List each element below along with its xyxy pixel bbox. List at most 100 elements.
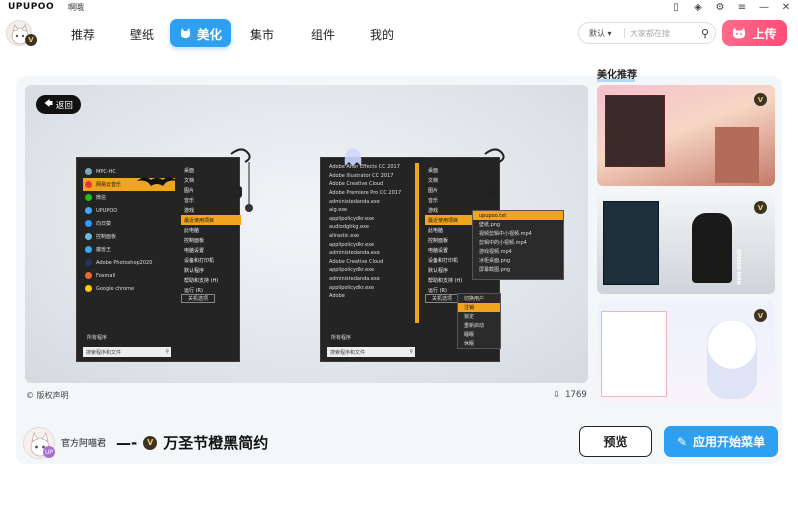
list-item: 游戏视频.mp4 xyxy=(479,249,512,255)
list-item: Adobe Illustrator CC 2017 xyxy=(329,172,394,179)
list-item: 魔兽王 xyxy=(83,243,175,256)
author-badge: UP xyxy=(43,446,55,458)
list-item: administedanda.exe xyxy=(329,250,380,257)
back-arrow-icon: 🡄 xyxy=(44,98,53,109)
apply-label: 应用开始菜单 xyxy=(693,435,766,449)
list-item: Adobe Photoshop2020 xyxy=(83,256,175,269)
theme-title-text: 万圣节橙黑简约 xyxy=(163,434,269,452)
list-item: 设备和打印机 xyxy=(184,257,215,264)
theme-preview: MPC-HC 网易云音乐 微信 UPUPOO 向日葵 控制面板 魔兽王 Adob… xyxy=(25,85,588,383)
vip-badge: V xyxy=(25,34,37,46)
tab-recommend[interactable]: 推荐 xyxy=(71,26,95,43)
upload-button[interactable]: 上传 xyxy=(722,20,787,46)
all-programs: 所有程序 xyxy=(331,335,352,341)
list-item: 切换用户 xyxy=(464,296,485,302)
list-item: 重新启动 xyxy=(464,323,485,329)
character-silhouette xyxy=(692,213,732,283)
ghost-icon xyxy=(344,148,362,166)
list-item: applipolicydkr.exe xyxy=(329,284,375,291)
list-item: 默认程序 xyxy=(184,267,205,274)
menu-thumbnail xyxy=(601,311,667,397)
menu-icon[interactable]: ≡ xyxy=(736,1,748,13)
app-window: UPUPOO 啊哦 ▯ ◈ ⚙ ≡ — ✕ V 推荐 壁纸 美化 集市 组件 我… xyxy=(0,0,798,523)
list-item: Adobe Creative Cloud xyxy=(329,258,384,265)
list-item: alg.exe xyxy=(329,207,348,214)
download-count: ⇩ 1769 xyxy=(553,390,587,400)
tab-market[interactable]: 集市 xyxy=(250,26,274,43)
list-item: 冰柜桌面.png xyxy=(479,258,511,264)
divider xyxy=(624,28,625,38)
preview-button[interactable]: 预览 xyxy=(579,426,652,457)
list-item: 向日葵 xyxy=(83,217,175,230)
list-item: 图片 xyxy=(428,187,439,194)
search-input[interactable]: 大家都在搜 xyxy=(630,28,701,39)
close-icon[interactable]: ✕ xyxy=(780,1,792,13)
list-item: 视频剪辑中小视频.mp4 xyxy=(479,231,532,237)
copyright-link[interactable]: © 版权声明 xyxy=(26,390,69,401)
vip-badge: V xyxy=(754,309,767,322)
vip-badge: V xyxy=(143,435,158,450)
vip-badge: V xyxy=(754,93,767,106)
list-item: Adobe Premiere Pro CC 2017 xyxy=(329,190,402,197)
tab-widgets[interactable]: 组件 xyxy=(311,26,335,43)
back-label: 返回 xyxy=(55,100,73,111)
tab-beautify[interactable]: 美化 xyxy=(170,19,231,47)
recommend-thumbnail[interactable]: V xyxy=(597,85,775,186)
halloween-decoration-icon xyxy=(484,148,505,198)
title-bar: UPUPOO 啊哦 ▯ ◈ ⚙ ≡ — ✕ xyxy=(0,0,798,14)
list-item: Foxmail xyxy=(83,269,175,282)
thumbnail-caption: SPIDER-MAN xyxy=(735,249,741,285)
magic-wand-icon: ✎ xyxy=(676,434,688,449)
list-item: 锁定 xyxy=(464,314,475,320)
share-icon[interactable]: ◈ xyxy=(692,1,704,13)
power-button: 关机选项 xyxy=(425,294,459,303)
list-item: 睡眠 xyxy=(464,332,475,338)
author-name[interactable]: 官方阿喵君 xyxy=(61,436,106,449)
search-scope-select[interactable]: 默认 ▾ xyxy=(589,28,619,39)
recommend-title: 美化推荐 xyxy=(597,66,637,82)
list-item: 音乐 xyxy=(428,197,439,204)
list-item: 电脑设置 xyxy=(184,247,205,254)
list-item: applipolicydkr.exe xyxy=(329,215,375,222)
phone-icon[interactable]: ▯ xyxy=(670,1,682,13)
power-button: 关机选项 xyxy=(181,294,215,303)
character-illustration xyxy=(707,321,757,399)
list-item: 休眠 xyxy=(464,341,475,347)
back-button[interactable]: 🡄 返回 xyxy=(36,95,81,114)
menu-thumbnail xyxy=(603,201,659,285)
upload-label: 上传 xyxy=(752,26,777,41)
tab-wallpaper[interactable]: 壁纸 xyxy=(130,26,154,43)
list-item: administedanda.exe xyxy=(329,276,380,283)
tab-mine[interactable]: 我的 xyxy=(370,26,394,43)
program-list: Adobe After Effects CC 2017 Adobe Illust… xyxy=(327,163,413,313)
list-item: 屏幕截图.png xyxy=(479,267,511,273)
list-item: Adobe After Effects CC 2017 xyxy=(329,164,400,171)
halloween-decoration-icon xyxy=(230,148,253,212)
list-item: 注销 xyxy=(458,303,500,312)
recommend-thumbnail[interactable]: V xyxy=(597,301,775,404)
search-bar[interactable]: 默认 ▾ 大家都在搜 ⚲ xyxy=(578,22,716,44)
start-menu-preview-left: MPC-HC 网易云音乐 微信 UPUPOO 向日葵 控制面板 魔兽王 Adob… xyxy=(76,148,253,362)
building-shape xyxy=(715,127,759,183)
list-item: administedanda.exe xyxy=(329,198,380,205)
list-item: Adobe xyxy=(329,293,345,300)
app-logo: UPUPOO xyxy=(8,2,55,12)
list-item: 控制面板 xyxy=(83,230,175,243)
menu-thumbnail xyxy=(605,95,665,167)
recommend-thumbnail[interactable]: SPIDER-MAN V xyxy=(597,193,775,294)
settings-icon[interactable]: ⚙ xyxy=(714,1,726,13)
list-item: 最近使用项目 xyxy=(181,215,241,225)
minimize-icon[interactable]: — xyxy=(758,1,770,13)
menu-search-box: 搜索程序和文件 ⚲ xyxy=(83,347,171,357)
apply-start-menu-button[interactable]: ✎ 应用开始菜单 xyxy=(664,426,778,457)
search-icon[interactable]: ⚲ xyxy=(701,27,709,40)
list-item: allrastic.exe xyxy=(329,233,360,240)
menu-search-box: 搜索程序和文件 ⚲ xyxy=(327,347,415,357)
list-item: applipolicydkr.exe xyxy=(329,241,375,248)
recent-files-submenu: upupoo.txt 壁纸.png 视频剪辑中小视频.mp4 剪辑中的小视频.m… xyxy=(472,210,564,280)
list-item: 控制面板 xyxy=(184,237,205,244)
list-item: 文档 xyxy=(428,177,439,184)
list-item: 帮助和支持 (H) xyxy=(184,277,219,284)
cat-icon xyxy=(733,27,746,39)
download-count-value: 1769 xyxy=(565,390,587,400)
